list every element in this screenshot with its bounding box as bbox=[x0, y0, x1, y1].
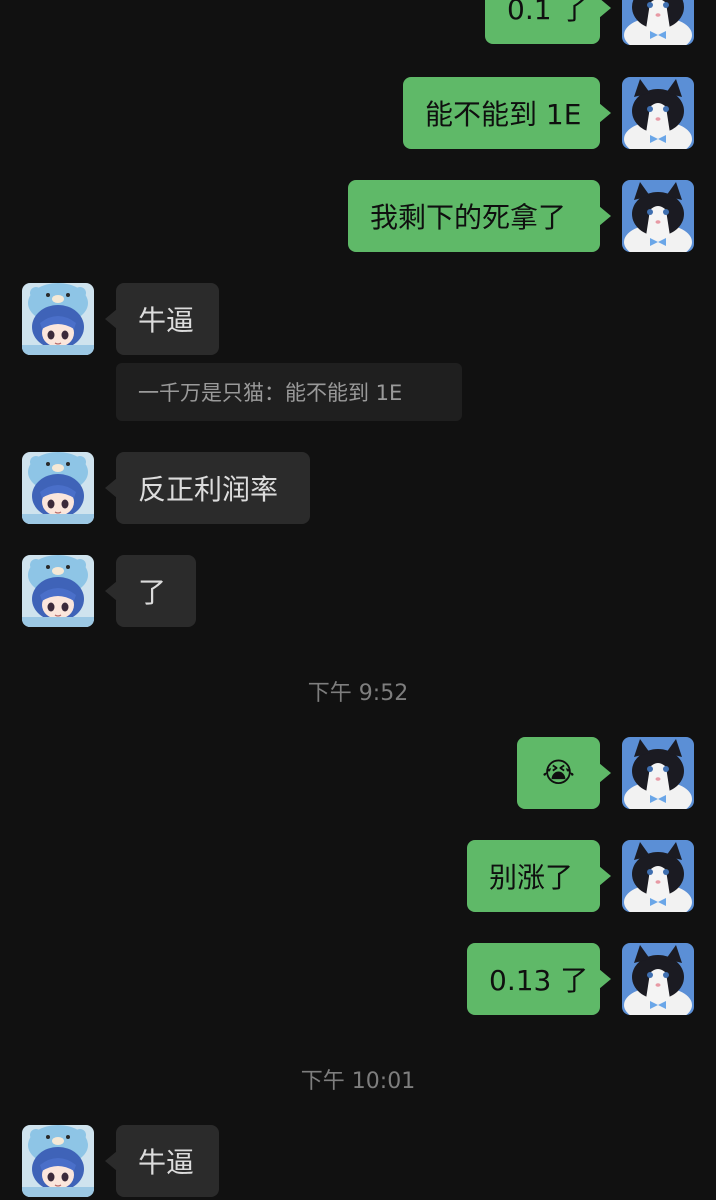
anime-avatar-icon bbox=[22, 1125, 94, 1197]
message-bubble-received[interactable]: 牛逼 bbox=[105, 283, 219, 355]
my-avatar[interactable] bbox=[622, 180, 694, 252]
message-text: 了 bbox=[138, 576, 167, 609]
message-bubble-sent[interactable]: 我剩下的死拿了 bbox=[348, 180, 611, 252]
message-bubble-received[interactable]: 牛逼 bbox=[105, 1125, 219, 1197]
message-bubble-received[interactable]: 反正利润率 bbox=[105, 452, 310, 524]
cat-avatar-icon bbox=[622, 0, 694, 45]
cat-avatar-icon bbox=[622, 943, 694, 1015]
quoted-text: 一千万是只猫：能不能到 1E bbox=[138, 381, 403, 405]
quoted-message[interactable]: 一千万是只猫：能不能到 1E bbox=[116, 363, 462, 421]
message-bubble-sent[interactable]: 0.13 了 bbox=[467, 943, 611, 1015]
message-timestamp: 下午 9:52 bbox=[307, 681, 409, 706]
cat-avatar-icon bbox=[622, 77, 694, 149]
contact-avatar[interactable] bbox=[22, 452, 94, 524]
message-text: 反正利润率 bbox=[138, 473, 279, 506]
message-text: 我剩下的死拿了 bbox=[370, 201, 567, 234]
my-avatar[interactable] bbox=[622, 0, 694, 45]
message-text: 能不能到 1E bbox=[425, 98, 582, 131]
contact-avatar[interactable] bbox=[22, 555, 94, 627]
message-text: 牛逼 bbox=[138, 304, 195, 337]
crying-face-emoji: 😭 bbox=[542, 756, 575, 789]
message-bubble-sent[interactable]: 别涨了 bbox=[467, 840, 611, 912]
message-bubble-sent[interactable]: 😭 bbox=[517, 737, 611, 809]
message-text: 牛逼 bbox=[138, 1146, 195, 1179]
message-text: 别涨了 bbox=[489, 861, 574, 894]
my-avatar[interactable] bbox=[622, 77, 694, 149]
my-avatar[interactable] bbox=[622, 840, 694, 912]
contact-avatar[interactable] bbox=[22, 1125, 94, 1197]
anime-avatar-icon bbox=[22, 283, 94, 355]
contact-avatar[interactable] bbox=[22, 283, 94, 355]
message-text: 0.1 了 bbox=[507, 0, 589, 26]
cat-avatar-icon bbox=[622, 180, 694, 252]
message-text: 0.13 了 bbox=[489, 964, 589, 997]
anime-avatar-icon bbox=[22, 555, 94, 627]
cat-avatar-icon bbox=[622, 737, 694, 809]
message-bubble-sent[interactable]: 0.1 了 bbox=[485, 0, 611, 44]
anime-avatar-icon bbox=[22, 452, 94, 524]
message-bubble-received[interactable]: 了 bbox=[105, 555, 196, 627]
my-avatar[interactable] bbox=[622, 737, 694, 809]
chat-area: 0.1 了 能不能到 1E 我剩下的死拿了 牛逼 一千万是只猫：能不能到 1E … bbox=[0, 0, 716, 1200]
my-avatar[interactable] bbox=[622, 943, 694, 1015]
message-timestamp: 下午 10:01 bbox=[300, 1069, 416, 1094]
message-bubble-sent[interactable]: 能不能到 1E bbox=[403, 77, 611, 149]
cat-avatar-icon bbox=[622, 840, 694, 912]
